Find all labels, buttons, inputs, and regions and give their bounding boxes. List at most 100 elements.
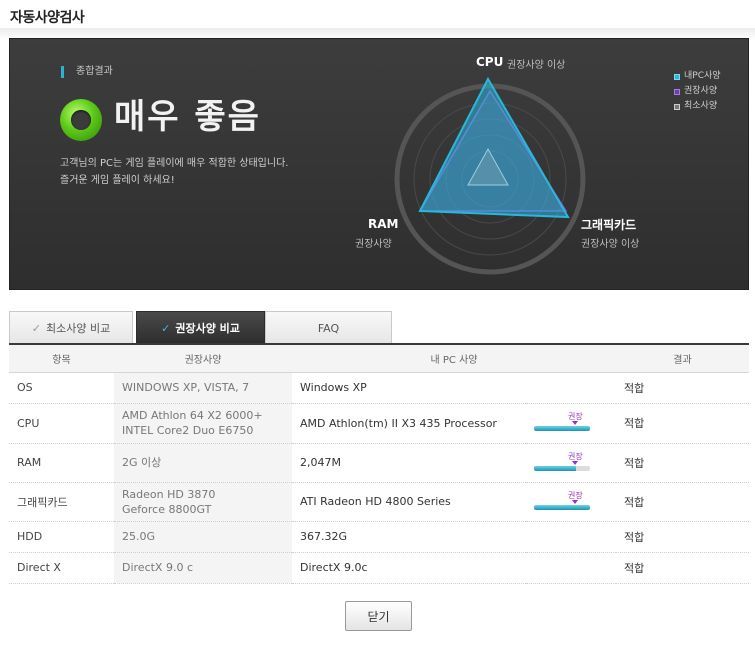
tab-faq[interactable]: FAQ (265, 311, 392, 344)
recommended-line-1: 25.0G (122, 530, 156, 543)
marker-arrow-icon (572, 460, 578, 465)
page-title: 자동사양검사 (10, 10, 85, 26)
marker-arrow-icon (572, 499, 578, 504)
table-row: CPU AMD Athlon 64 X2 6000+ INTEL Core2 Duo… (9, 403, 749, 444)
cell-result: 적합 (616, 521, 749, 553)
header-item: 항목 (9, 345, 114, 373)
axis-gpu-label: 그래픽카드 (581, 218, 637, 232)
cell-recommended: WINDOWS XP, VISTA, 7 (114, 372, 292, 404)
recommended-line-1: Radeon HD 3870 (122, 487, 216, 501)
status-ring-icon (60, 99, 102, 141)
comparison-tabs: ✓ 최소사양 비교 ✓ 권장사양 비교 FAQ (9, 311, 749, 344)
check-icon: ✓ (161, 321, 171, 335)
recommended-marker: 권장 (568, 491, 583, 504)
recommended-marker-label: 권장 (568, 451, 583, 461)
description-line-2: 즐거운 게임 플레이 하세요! (60, 175, 175, 186)
level-bar: 권장 (534, 491, 592, 513)
close-button[interactable]: 닫기 (345, 601, 412, 631)
cell-recommended: 2G 이상 (114, 443, 292, 483)
level-bar-fill (534, 465, 576, 471)
cell-item: OS (9, 372, 114, 404)
recommended-line-1: AMD Athlon 64 X2 6000+ (122, 409, 263, 422)
recommended-marker: 권장 (568, 412, 583, 425)
cell-my-pc: DirectX 9.0c (292, 552, 526, 584)
table-header-row: 항목 권장사양 내 PC 사양 결과 (9, 345, 749, 373)
axis-cpu-sub: 권장사양 이상 (507, 60, 566, 71)
cell-result: 적합 (616, 403, 749, 444)
axis-cpu-label: CPU (476, 55, 504, 69)
level-bar-fill (534, 426, 590, 431)
cell-my-pc: Windows XP (292, 372, 526, 404)
cell-recommended: Radeon HD 3870 Geforce 8800GT (114, 482, 292, 522)
cell-level-bar (526, 372, 616, 404)
axis-ram-label: RAM (368, 217, 399, 231)
axis-gpu-sub: 권장사양 이상 (581, 239, 640, 250)
level-bar-track (534, 426, 590, 431)
recommended-marker: 권장 (568, 452, 583, 465)
recommended-line-2: Geforce 8800GT (122, 502, 212, 516)
header-my-pc: 내 PC 사양 (292, 345, 616, 373)
cell-result: 적합 (616, 372, 749, 404)
verdict-text: 매우 좋음 (114, 97, 261, 137)
summary-panel: 종합결과 매우 좋음 고객님의 PC는 게임 플레이에 매우 적합한 상태입니다… (9, 38, 749, 290)
recommended-marker-label: 권장 (568, 490, 583, 500)
recommended-line-2: INTEL Core2 Duo E6750 (122, 424, 254, 437)
header-result: 결과 (616, 345, 749, 373)
table-row: Direct X DirectX 9.0 c DirectX 9.0c 적합 (9, 552, 749, 584)
tab-recommended-spec-label: 권장사양 비교 (175, 322, 240, 335)
cell-level-bar (526, 521, 616, 553)
cell-my-pc: 2,047M (292, 443, 526, 483)
table-row: 그래픽카드 Radeon HD 3870 Geforce 8800GT ATI Rad… (9, 482, 749, 522)
cell-item: RAM (9, 443, 114, 483)
legend-recommended: 권장사양 (674, 84, 721, 99)
tab-minimum-spec[interactable]: ✓ 최소사양 비교 (9, 311, 133, 344)
legend-swatch-minimum (674, 103, 680, 110)
table-row: OS WINDOWS XP, VISTA, 7 Windows XP 적합 (9, 372, 749, 404)
level-bar-track (534, 465, 590, 471)
check-icon: ✓ (31, 321, 41, 335)
recommended-line-1: 2G 이상 (122, 456, 162, 469)
level-bar: 권장 (534, 452, 592, 474)
cell-item: 그래픽카드 (9, 482, 114, 522)
summary-label: 종합결과 (61, 66, 113, 78)
radar-chart (394, 76, 586, 275)
description-line-1: 고객님의 PC는 게임 플레이에 매우 적합한 상태입니다. (60, 158, 289, 169)
legend-label-recommended: 권장사양 (684, 86, 718, 96)
cell-result: 적합 (616, 443, 749, 483)
cell-result: 적합 (616, 552, 749, 584)
level-bar-fill (534, 504, 590, 510)
tab-recommended-spec[interactable]: ✓ 권장사양 비교 (136, 311, 265, 344)
tab-minimum-spec-label: 최소사양 비교 (46, 322, 111, 335)
legend-label-minimum: 최소사양 (684, 101, 718, 111)
cell-item: Direct X (9, 552, 114, 584)
legend-swatch-my-pc (674, 73, 680, 80)
recommended-marker-label: 권장 (568, 412, 583, 421)
level-bar: 권장 (534, 412, 592, 434)
cell-item: HDD (9, 521, 114, 553)
axis-ram-sub: 권장사양 (355, 239, 392, 250)
cell-recommended: AMD Athlon 64 X2 6000+ INTEL Core2 Duo E6… (114, 403, 292, 444)
legend-swatch-recommended (674, 88, 680, 95)
cell-level-bar: 권장 (526, 403, 616, 444)
recommended-line-1: WINDOWS XP, VISTA, 7 (122, 381, 250, 394)
recommended-line-1: DirectX 9.0 c (122, 561, 194, 574)
level-bar-track (534, 504, 590, 510)
cell-level-bar: 권장 (526, 443, 616, 483)
cell-recommended: DirectX 9.0 c (114, 552, 292, 584)
cell-level-bar: 권장 (526, 482, 616, 522)
marker-arrow-icon (572, 421, 578, 425)
legend-minimum: 최소사양 (674, 99, 721, 114)
cell-my-pc: AMD Athlon(tm) II X3 435 Processor (292, 403, 526, 444)
tab-faq-label: FAQ (317, 321, 340, 335)
header-recommended: 권장사양 (114, 345, 292, 373)
legend-label-my-pc: 내PC사양 (684, 71, 721, 81)
spec-comparison-table: 항목 권장사양 내 PC 사양 결과 OS WINDOWS XP, VISTA, … (9, 345, 749, 584)
cell-item: CPU (9, 403, 114, 444)
table-row: RAM 2G 이상 2,047M 권장 적합 (9, 443, 749, 483)
legend-my-pc: 내PC사양 (674, 69, 721, 84)
table-row: HDD 25.0G 367.32G 적합 (9, 521, 749, 553)
cell-my-pc: ATI Radeon HD 4800 Series (292, 482, 526, 522)
cell-level-bar (526, 552, 616, 584)
cell-recommended: 25.0G (114, 521, 292, 553)
cell-result: 적합 (616, 482, 749, 522)
